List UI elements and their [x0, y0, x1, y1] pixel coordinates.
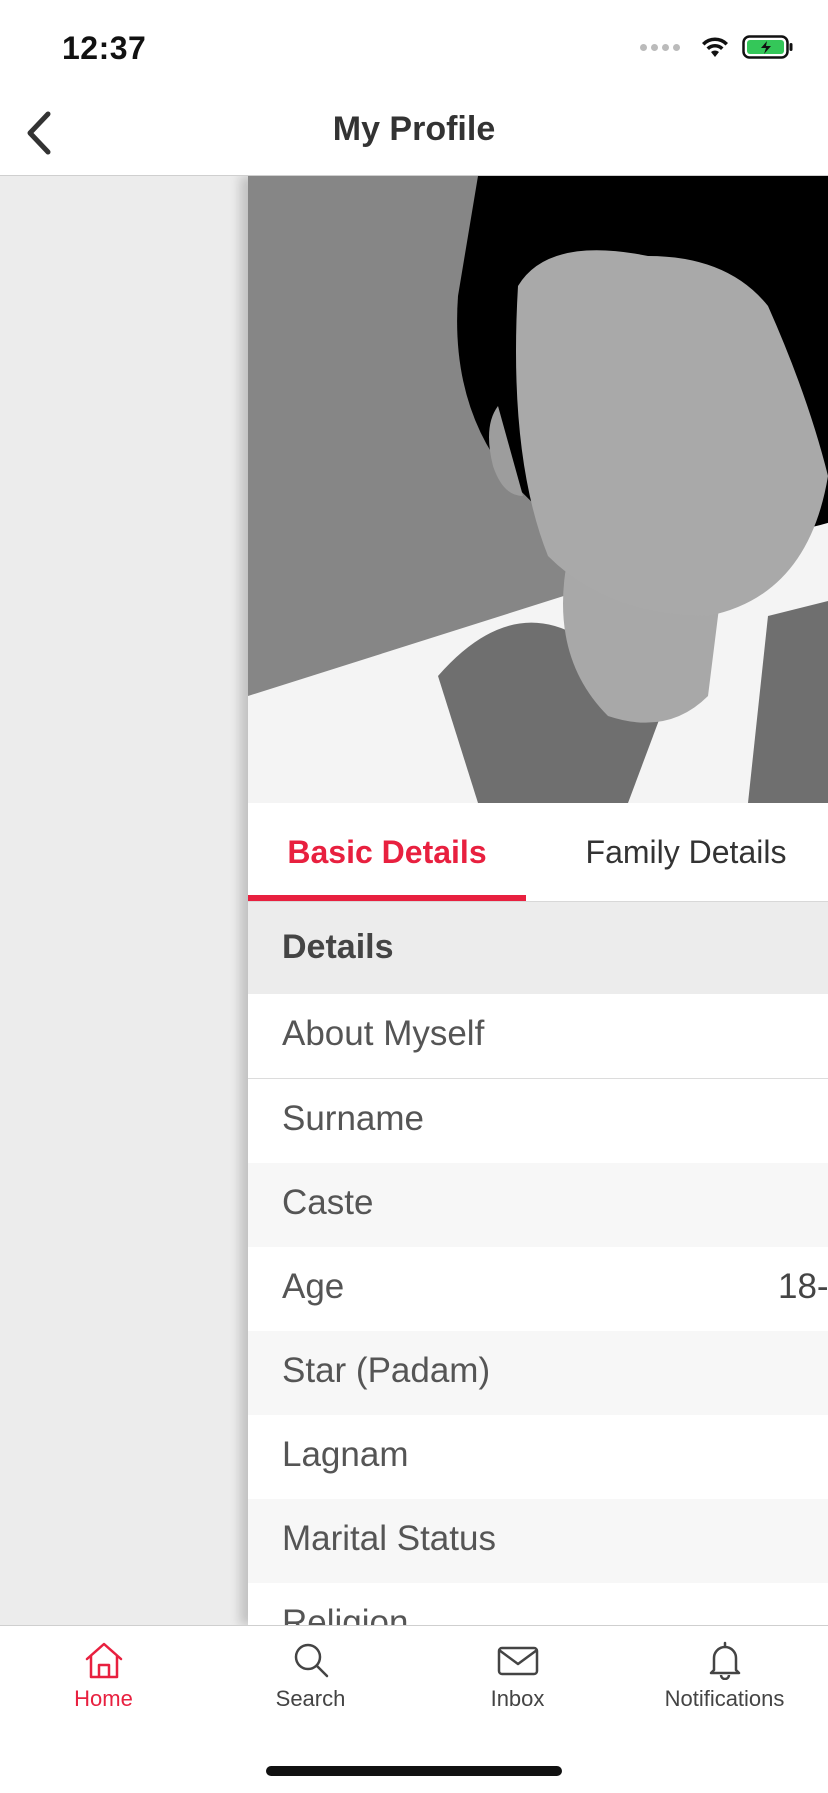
detail-label: About Myself [282, 1014, 485, 1053]
active-tab-indicator [248, 895, 526, 901]
tab-inbox-label: Inbox [490, 1686, 545, 1711]
detail-label: Star (Padam) [282, 1351, 491, 1390]
bell-icon [709, 1641, 740, 1680]
tab-search[interactable]: Search [207, 1626, 414, 1746]
detail-row-caste[interactable]: Caste [248, 1163, 828, 1247]
detail-row-star[interactable]: Star (Padam) [248, 1331, 828, 1415]
tab-search-label: Search [275, 1686, 346, 1711]
detail-label: Surname [282, 1099, 425, 1138]
home-icon [85, 1642, 122, 1679]
details-section-header: Details [248, 902, 828, 994]
avatar-placeholder-image [248, 176, 828, 803]
tab-home-label: Home [74, 1686, 133, 1711]
tab-notifications-label: Notifications [664, 1686, 785, 1711]
detail-label: Religion [282, 1603, 409, 1625]
detail-row-religion[interactable]: Religion [248, 1583, 828, 1625]
mail-icon [497, 1646, 538, 1676]
detail-row-about-myself[interactable]: About Myself [248, 994, 828, 1079]
battery-charging-icon [742, 35, 793, 59]
detail-row-lagnam[interactable]: Lagnam [248, 1415, 828, 1499]
status-icons [640, 34, 794, 60]
detail-label: Marital Status [282, 1519, 496, 1558]
tab-home[interactable]: Home [0, 1626, 207, 1746]
tab-basic-details[interactable]: Basic Details [248, 803, 526, 901]
detail-row-surname[interactable]: Surname [248, 1079, 828, 1163]
detail-label: Caste [282, 1183, 374, 1222]
section-title: Details [282, 928, 394, 966]
profile-photo [248, 176, 828, 803]
tab-notifications[interactable]: Notifications [621, 1626, 828, 1746]
profile-tabs: Basic Details Family Details [248, 803, 828, 902]
detail-label: Lagnam [282, 1435, 409, 1474]
navigation-bar: My Profile [0, 88, 828, 176]
page-title: My Profile [332, 110, 496, 148]
tab-inbox[interactable]: Inbox [414, 1626, 621, 1746]
search-icon [294, 1643, 328, 1678]
status-bar: 12:37 [0, 0, 828, 88]
detail-row-marital-status[interactable]: Marital Status [248, 1499, 828, 1583]
content-area: Basic Details Family Details Details Abo… [0, 176, 828, 1625]
status-time: 12:37 [62, 30, 147, 66]
detail-row-age[interactable]: Age 18- [248, 1247, 828, 1331]
detail-label: Age [282, 1267, 345, 1306]
wifi-icon [702, 37, 728, 57]
tab-family-details[interactable]: Family Details [526, 803, 828, 901]
cellular-signal-icon [640, 43, 680, 51]
detail-value: 18- [778, 1267, 828, 1306]
home-indicator[interactable] [266, 1766, 562, 1776]
profile-panel: Basic Details Family Details Details Abo… [248, 176, 828, 1625]
